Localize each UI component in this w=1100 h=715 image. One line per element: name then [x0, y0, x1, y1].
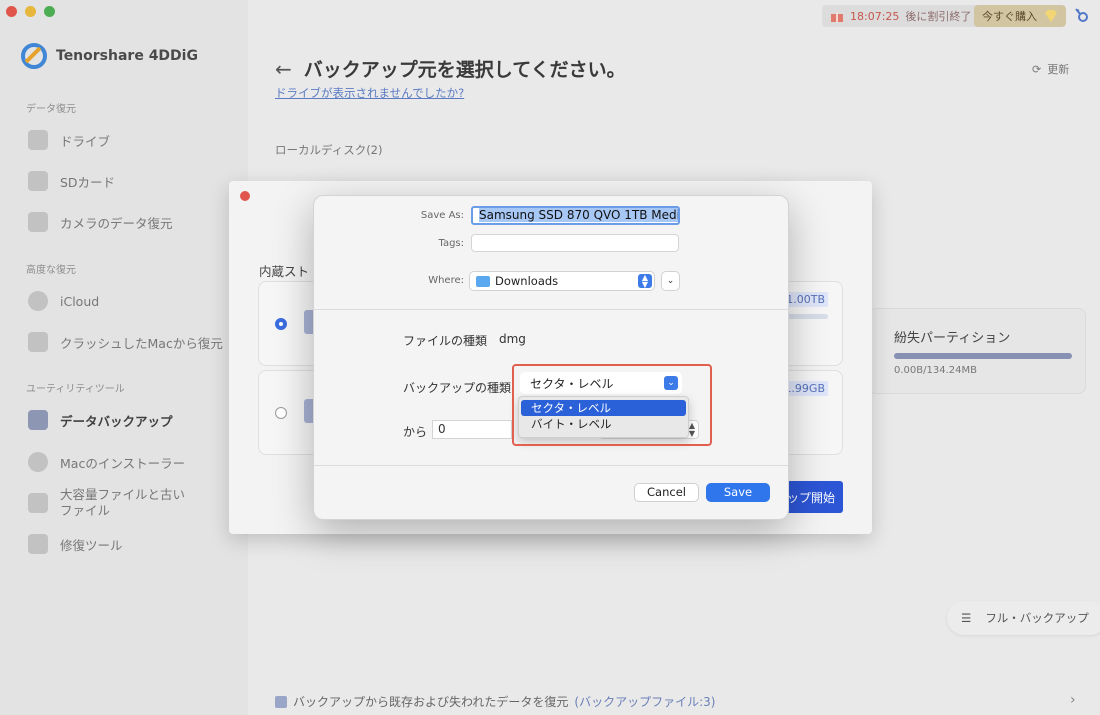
- drive-not-shown-link[interactable]: ドライブが表示されませんでしたか?: [275, 85, 464, 101]
- lost-partition-card[interactable]: 紛失パーティション 0.00B/134.24MB: [868, 308, 1086, 394]
- countdown-time: 18:07:25: [850, 9, 900, 23]
- disk-radio[interactable]: [275, 318, 287, 330]
- full-backup-button[interactable]: ☰ フル・バックアップ: [947, 601, 1100, 635]
- from-input[interactable]: 0: [432, 420, 512, 439]
- lost-partition-title: 紛失パーティション: [894, 331, 1011, 346]
- sidebar-item-label: SDカード: [60, 174, 116, 190]
- logo-text: Tenorshare 4DDiG: [56, 48, 198, 64]
- drive-icon: [28, 130, 48, 150]
- zoom-window-button[interactable]: [44, 6, 55, 17]
- where-select[interactable]: Downloads ▲ ▼: [469, 271, 655, 291]
- disk-capacity: 1.00TB: [783, 292, 828, 307]
- local-disk-heading: ローカルディスク(2): [275, 143, 383, 157]
- sidebar-item-label: カメラのデータ復元: [60, 215, 173, 231]
- sidebar-item-label: ドライブ: [60, 133, 111, 149]
- list-icon: ☰: [961, 611, 972, 625]
- save-as-label: Save As:: [420, 210, 464, 221]
- refresh-button[interactable]: ⟳ 更新: [1032, 61, 1069, 77]
- close-window-button[interactable]: [6, 6, 17, 17]
- gift-icon: [831, 12, 843, 22]
- sidebar-item-label: Macのインストーラー: [60, 455, 186, 471]
- internal-storage-label: 内蔵スト: [259, 264, 310, 279]
- chevron-updown-icon: ▲ ▼: [638, 274, 652, 289]
- key-icon[interactable]: [1073, 6, 1091, 24]
- disk-usage-bar: [783, 314, 828, 319]
- save-as-input[interactable]: Samsung SSD 870 QVO 1TB Media: [471, 206, 680, 225]
- sidebar-item-large-files[interactable]: 大容量ファイルと古い ファイル: [28, 487, 185, 519]
- sidebar-item-label: データバックアップ: [60, 413, 173, 429]
- apple-icon: [28, 452, 48, 472]
- section-title-utilities: ユーティリティツール: [26, 384, 125, 395]
- restore-from-backup-link[interactable]: バックアップから既存および失われたデータを復元 (バックアップファイル:3): [275, 693, 715, 710]
- where-label: Where:: [428, 275, 464, 286]
- sidebar-item-label: 修復ツール: [60, 537, 123, 553]
- where-value: Downloads: [495, 274, 559, 288]
- folder-icon: [476, 275, 490, 287]
- page-header: ← バックアップ元を選択してください。: [275, 55, 626, 82]
- sidebar: Tenorshare 4DDiG データ復元 ドライブ SDカード カメラのデー…: [0, 0, 248, 715]
- cloud-icon: [28, 291, 48, 311]
- sidebar-item-data-backup[interactable]: データバックアップ: [28, 410, 173, 430]
- save-button[interactable]: Save: [706, 483, 770, 502]
- close-modal-button[interactable]: [240, 191, 250, 201]
- sidebar-item-label: 大容量ファイルと古い: [60, 487, 186, 502]
- tags-label: Tags:: [438, 238, 464, 249]
- disk-radio[interactable]: [275, 407, 287, 419]
- file-type-label: ファイルの種類: [403, 334, 488, 348]
- from-label: から: [403, 425, 428, 439]
- expand-button[interactable]: ⌄: [661, 271, 680, 291]
- repair-icon: [28, 534, 48, 554]
- backup-file-icon: [275, 695, 287, 708]
- sd-card-icon: [28, 171, 48, 191]
- full-backup-label: フル・バックアップ: [985, 611, 1089, 625]
- section-title-advanced: 高度な復元: [26, 265, 76, 276]
- highlight-annotation: [512, 364, 712, 446]
- app-logo: Tenorshare 4DDiG: [20, 42, 198, 70]
- countdown-text: 後に割引終了: [905, 10, 972, 23]
- mac-icon: [28, 332, 48, 352]
- start-backup-button[interactable]: ップ開始: [780, 481, 843, 513]
- file-type-value: dmg: [499, 332, 526, 346]
- sidebar-item-label: ファイル: [60, 503, 111, 518]
- buy-now-button[interactable]: 今すぐ購入: [974, 5, 1066, 27]
- divider: [314, 309, 788, 310]
- discount-timer: 18:07:25 後に割引終了: [822, 5, 980, 27]
- sidebar-item-mac-installer[interactable]: Macのインストーラー: [28, 452, 185, 472]
- file-icon: [28, 493, 48, 513]
- sidebar-item-icloud[interactable]: iCloud: [28, 291, 99, 311]
- sidebar-item-drive[interactable]: ドライブ: [28, 130, 110, 150]
- app-window: Tenorshare 4DDiG データ復元 ドライブ SDカード カメラのデー…: [0, 0, 1100, 715]
- minimize-window-button[interactable]: [25, 6, 36, 17]
- save-as-value: Samsung SSD 870 QVO 1TB Media: [479, 208, 678, 222]
- page-title: バックアップ元を選択してください。: [303, 59, 626, 81]
- sidebar-item-repair[interactable]: 修復ツール: [28, 534, 123, 554]
- backup-icon: [28, 410, 48, 430]
- refresh-label: 更新: [1047, 63, 1070, 76]
- save-dialog: Save As: Samsung SSD 870 QVO 1TB Media T…: [313, 195, 789, 520]
- sidebar-item-sd-card[interactable]: SDカード: [28, 171, 115, 191]
- sidebar-item-label: iCloud: [60, 293, 100, 309]
- sidebar-item-label: クラッシュしたMacから復元: [60, 335, 223, 351]
- usage-bar: [894, 353, 1072, 359]
- backup-type-label: バックアップの種類: [403, 381, 512, 395]
- logo-icon: [21, 43, 47, 69]
- diamond-icon: [1045, 10, 1057, 22]
- window-controls: [6, 6, 55, 17]
- back-arrow-icon[interactable]: ←: [275, 57, 292, 81]
- chevron-right-icon[interactable]: ›: [1070, 692, 1076, 708]
- camera-icon: [28, 212, 48, 232]
- sidebar-item-crashed-mac[interactable]: クラッシュしたMacから復元: [28, 332, 223, 352]
- divider: [314, 465, 788, 466]
- refresh-icon: ⟳: [1032, 62, 1042, 76]
- lost-partition-size: 0.00B/134.24MB: [894, 365, 977, 376]
- restore-count: (バックアップファイル:3): [574, 695, 716, 709]
- section-title-data-recovery: データ復元: [26, 104, 76, 115]
- restore-text: バックアップから既存および失われたデータを復元: [293, 695, 569, 709]
- tags-input[interactable]: [471, 234, 679, 252]
- sidebar-item-camera[interactable]: カメラのデータ復元: [28, 212, 173, 232]
- buy-now-label: 今すぐ購入: [982, 10, 1037, 23]
- cancel-button[interactable]: Cancel: [634, 483, 699, 502]
